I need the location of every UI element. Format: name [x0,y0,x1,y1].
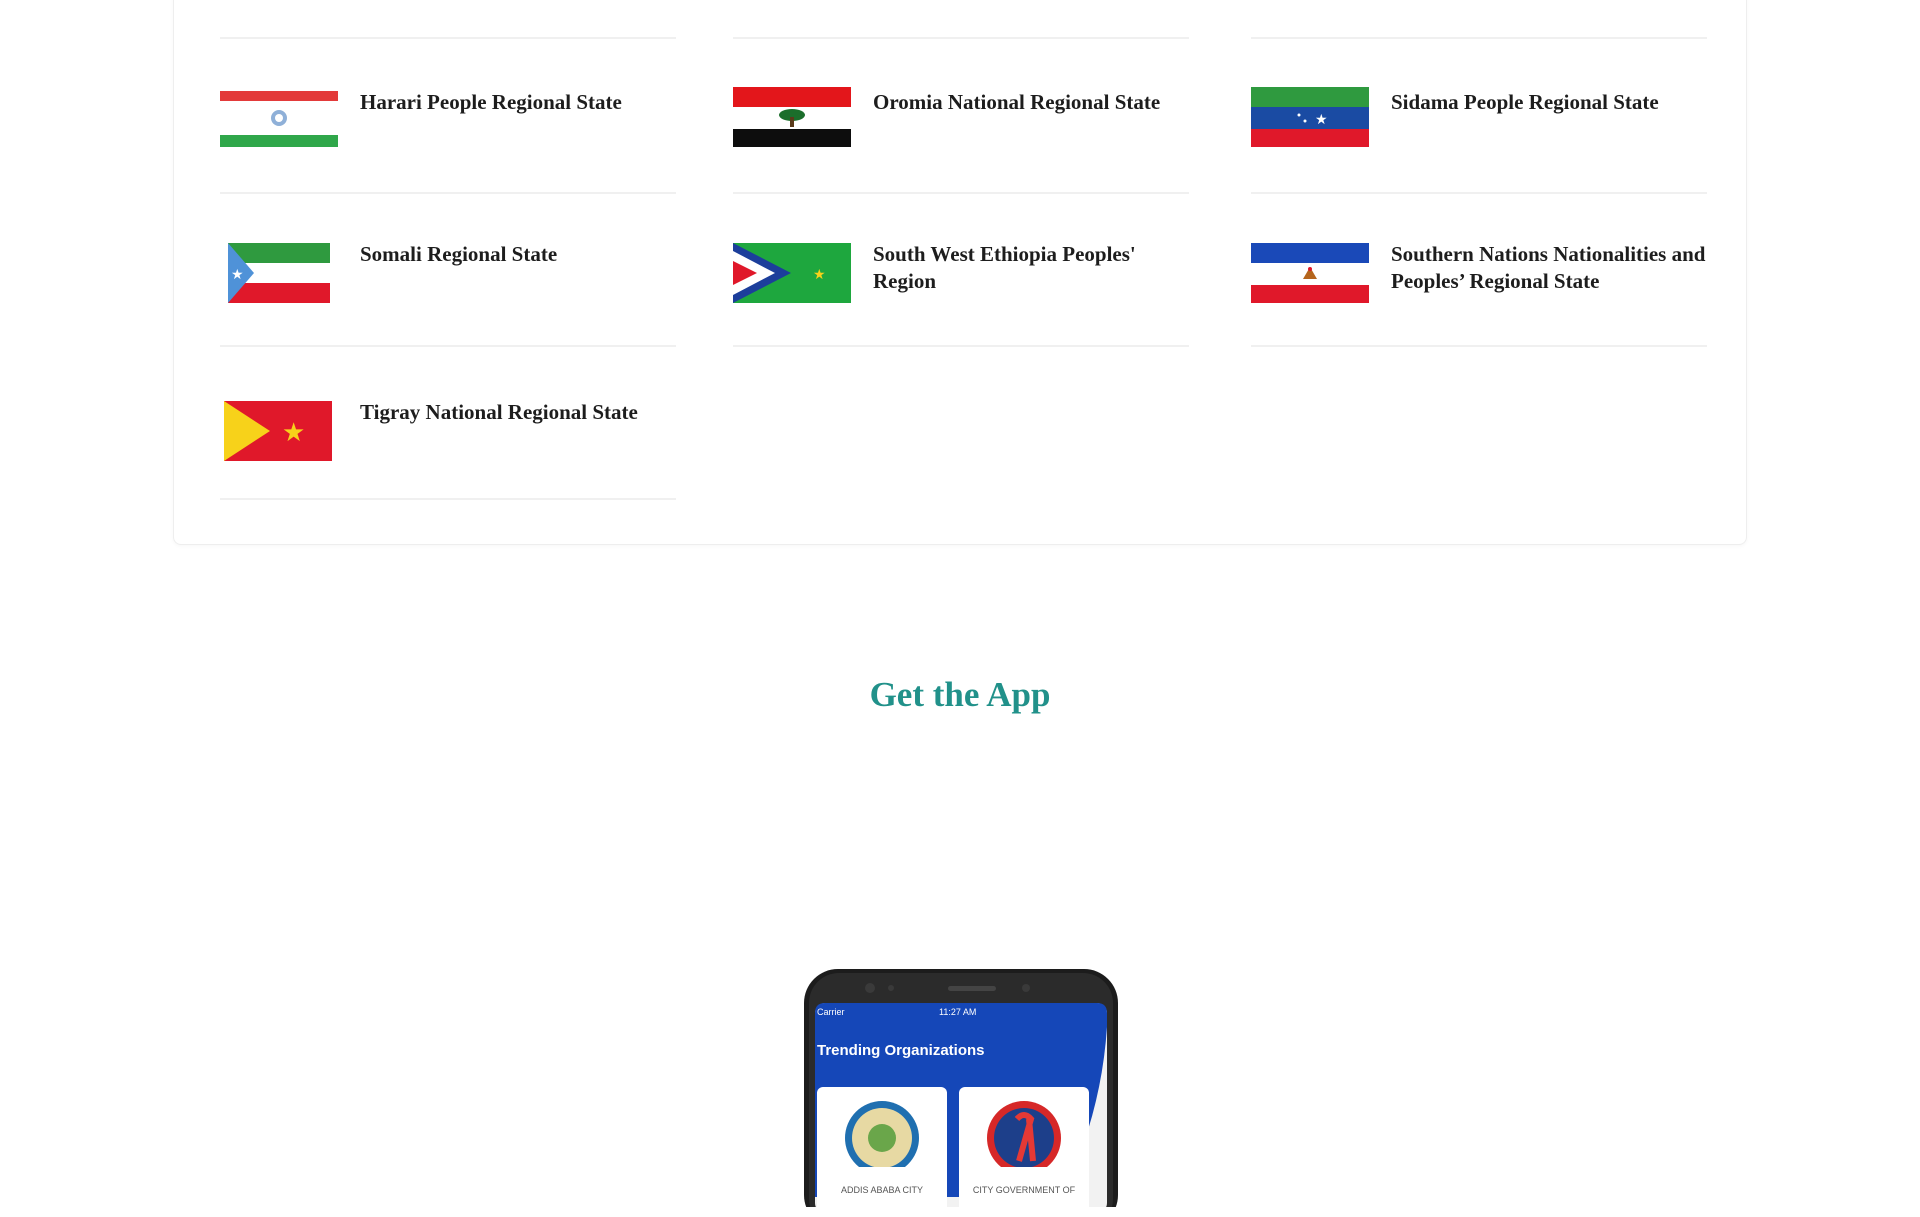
org-card-1: ADDIS ABABA CITY [817,1087,947,1217]
ribbon-seal-icon [987,1101,1061,1175]
row-divider [220,192,676,194]
region-name: Harari People Regional State [360,90,622,114]
region-name: Southern Nations Nationalities and Peopl… [1391,242,1706,293]
org-card-2: CITY GOVERNMENT OF [959,1087,1089,1217]
svg-text:★: ★ [1315,112,1328,128]
org-card-1-label: ADDIS ABABA CITY [840,1185,924,1195]
status-carrier: Carrier [817,1007,845,1017]
region-name: South West Ethiopia Peoples' Region [873,242,1136,293]
svg-text:★: ★ [813,267,826,283]
row-divider [733,192,1189,194]
sidama-flag-icon: ★ [1251,87,1369,147]
harari-flag-icon [220,91,338,147]
tigray-flag-icon: ★ [224,401,332,461]
regions-card: Harari People Regional State Oromia Nati… [173,0,1747,545]
south-west-ethiopia-flag-icon: ★ [733,243,851,303]
region-name: Tigray National Regional State [360,400,638,424]
phone-screen-title: Trending Organizations [817,1042,985,1059]
row-divider [220,498,676,500]
row-divider [1251,345,1707,347]
oromia-flag-icon [733,87,851,147]
snnpr-flag-icon [1251,243,1369,303]
row-divider [733,345,1189,347]
get-app-title: Get the App [869,675,1051,714]
row-divider [733,37,1189,39]
org-card-2-label: CITY GOVERNMENT OF [972,1185,1076,1195]
status-time: 11:27 AM [939,1007,977,1017]
somali-flag-icon: ★ [228,243,330,303]
svg-text:★: ★ [231,267,244,283]
region-name: Oromia National Regional State [873,90,1161,114]
phone-mockup: Carrier 11:27 AM Trending Organizations … [801,967,1121,1217]
row-divider [1251,37,1707,39]
svg-text:★: ★ [282,418,305,448]
row-divider [220,37,676,39]
row-divider [1251,192,1707,194]
region-name: Sidama People Regional State [1391,90,1659,114]
row-divider [220,345,676,347]
region-name: Somali Regional State [360,242,558,266]
addis-ababa-seal-icon [845,1101,919,1175]
